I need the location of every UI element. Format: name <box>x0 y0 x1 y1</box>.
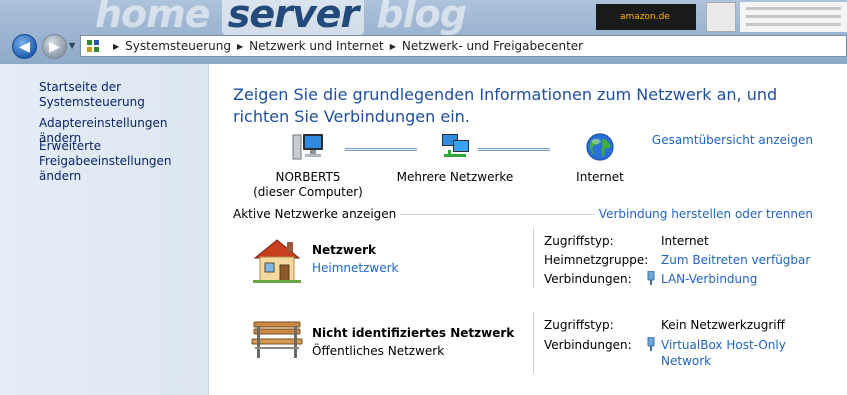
sidebar-link-advanced-sharing[interactable]: Erweiterte Freigabeeinstellungen ändern <box>39 139 204 184</box>
computer-name: NORBERT5 <box>275 170 341 184</box>
computer-icon <box>292 134 323 160</box>
tasks-sidebar: Startseite der Systemsteuerung Adapterei… <box>0 64 209 395</box>
network-2-access-label: Zugriffstyp: <box>544 318 614 332</box>
network-1-homegroup-label: Heimnetzgruppe: <box>544 253 649 267</box>
house-icon <box>253 239 301 283</box>
recent-pages-dropdown[interactable]: ▼ <box>69 41 75 50</box>
ad-text: amazon.de <box>620 12 670 22</box>
arrow-right-icon: ▶ <box>49 38 60 55</box>
breadcrumb-freigabecenter[interactable]: Netzwerk- und Freigabecenter <box>402 39 583 53</box>
ethernet-plug-icon <box>647 271 655 285</box>
network-1-connections-label: Verbindungen: <box>544 272 632 286</box>
network-label: Mehrere Netzwerke <box>396 170 514 184</box>
network-1-name: Netzwerk <box>312 243 377 257</box>
map-node-network[interactable]: Mehrere Netzwerke <box>395 132 515 185</box>
ethernet-plug-icon <box>647 337 655 351</box>
network-2-connections-label: Verbindungen: <box>544 338 632 352</box>
network-1-type-link[interactable]: Heimnetzwerk <box>312 261 399 275</box>
main-content: Zeigen Sie die grundlegenden Information… <box>210 64 847 395</box>
network-2-connection-line-1[interactable]: VirtualBox Host-Only <box>661 337 786 353</box>
breadcrumb-arrow-icon[interactable]: ▶ <box>237 42 243 51</box>
ad-thumbnail[interactable] <box>706 2 736 32</box>
sidebar-link-control-panel-home[interactable]: Startseite der Systemsteuerung <box>39 80 208 110</box>
breadcrumb-systemsteuerung[interactable]: Systemsteuerung <box>125 39 231 53</box>
multiple-networks-icon <box>442 134 469 157</box>
control-panel-icon <box>85 38 101 54</box>
back-button[interactable]: ◀ <box>12 34 37 59</box>
computer-note: (dieser Computer) <box>253 185 363 199</box>
full-map-link[interactable]: Gesamtübersicht anzeigen <box>652 133 813 147</box>
banner-word-1: home <box>95 0 211 36</box>
page-heading: Zeigen Sie die grundlegenden Information… <box>233 85 778 126</box>
forward-button[interactable]: ▶ <box>42 34 67 59</box>
network-2-name: Nicht identifiziertes Netzwerk <box>312 326 515 340</box>
map-node-computer[interactable]: NORBERT5 (dieser Computer) <box>253 132 363 200</box>
banner-word-2: server <box>221 0 365 36</box>
ad-banner[interactable]: amazon.de <box>596 4 696 30</box>
network-1-homegroup-link[interactable]: Zum Beitreten verfügbar <box>661 252 810 268</box>
blog-banner: home server blog <box>95 0 467 36</box>
active-networks-label: Aktive Netzwerke anzeigen <box>233 207 401 221</box>
network-2-connection-line-2[interactable]: Network <box>661 353 786 369</box>
connect-disconnect-link[interactable]: Verbindung herstellen oder trennen <box>594 207 813 221</box>
breadcrumb-arrow-icon[interactable]: ▶ <box>390 42 396 51</box>
chevron-down-icon: ▼ <box>69 41 76 50</box>
breadcrumb-netzwerk-internet[interactable]: Netzwerk und Internet <box>249 39 384 53</box>
active-networks-header: Aktive Netzwerke anzeigen Verbindung her… <box>233 207 813 221</box>
window-chrome: home server blog amazon.de ◀ ▶ ▼ ▶ Syste… <box>0 0 847 64</box>
map-node-internet[interactable]: Internet <box>550 132 650 185</box>
network-1-divider <box>533 228 534 288</box>
map-connector-line <box>478 148 550 151</box>
network-1-access-label: Zugriffstyp: <box>544 234 614 248</box>
network-2-divider <box>533 312 534 374</box>
arrow-left-icon: ◀ <box>19 38 30 55</box>
section-divider <box>379 214 615 215</box>
address-bar[interactable]: ▶ Systemsteuerung ▶ Netzwerk und Interne… <box>80 35 847 57</box>
park-bench-icon <box>251 321 303 358</box>
network-2-type: Öffentliches Netzwerk <box>312 344 445 358</box>
network-1-connection-link[interactable]: LAN-Verbindung <box>661 271 757 287</box>
ad-text-block[interactable] <box>740 2 847 32</box>
network-2-connection-link[interactable]: VirtualBox Host-Only Network <box>661 337 786 369</box>
internet-label: Internet <box>576 170 624 184</box>
breadcrumb-arrow-icon[interactable]: ▶ <box>113 42 119 51</box>
network-2-access-value: Kein Netzwerkzugriff <box>661 318 785 332</box>
globe-icon <box>586 133 614 161</box>
banner-word-3: blog <box>376 0 467 36</box>
network-1-access-value: Internet <box>661 234 709 248</box>
